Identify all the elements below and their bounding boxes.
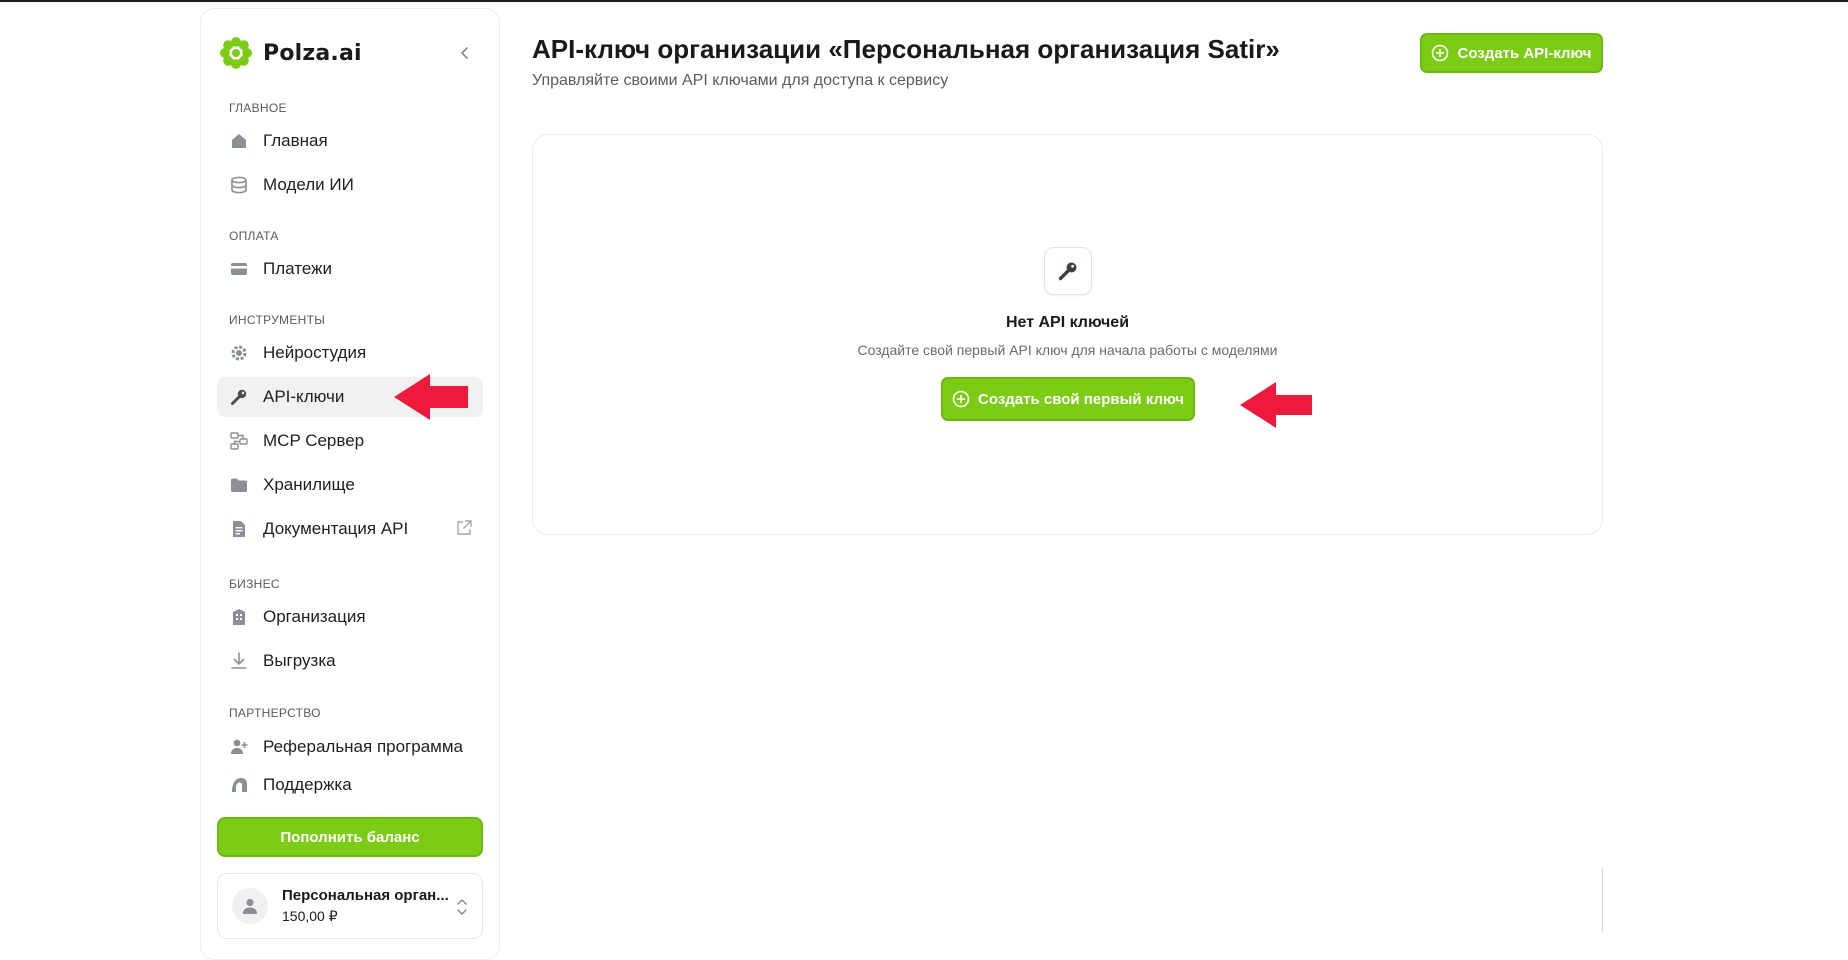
- database-icon: [229, 175, 249, 195]
- chevron-left-icon: [461, 47, 468, 59]
- section-business: БИЗНЕС: [229, 577, 280, 591]
- organization-name: Персональная орган...: [282, 887, 449, 904]
- sidebar-item-export[interactable]: Выгрузка: [217, 641, 483, 681]
- sidebar: Polza.ai ГЛАВНОЕ Главная Модели ИИ ОПЛАТ…: [200, 8, 500, 960]
- create-first-key-button[interactable]: Создать свой первый ключ: [941, 377, 1195, 421]
- sidebar-item-models[interactable]: Модели ИИ: [217, 165, 483, 205]
- sidebar-item-label: Платежи: [263, 259, 332, 278]
- polza-logo-icon: [219, 36, 253, 70]
- sidebar-item-label: Выгрузка: [263, 651, 336, 670]
- section-partnership: ПАРТНЕРСТВО: [229, 706, 321, 720]
- create-api-key-button[interactable]: Создать API-ключ: [1420, 33, 1603, 73]
- empty-state-description: Создайте свой первый API ключ для начала…: [857, 342, 1278, 358]
- top-up-balance-button[interactable]: Пополнить баланс: [217, 817, 483, 857]
- sidebar-item-storage[interactable]: Хранилище: [217, 465, 483, 505]
- page-title: API-ключ организации «Персональная орган…: [532, 34, 1280, 64]
- annotation-arrow-sidebar: [394, 374, 468, 420]
- brand-name: Polza.ai: [263, 40, 362, 66]
- key-icon: [229, 387, 249, 407]
- external-link-icon: [455, 519, 473, 537]
- document-icon: [229, 519, 249, 539]
- sidebar-item-label: Модели ИИ: [263, 175, 354, 194]
- sidebar-item-label: Документация API: [263, 519, 409, 538]
- brand[interactable]: Polza.ai: [219, 33, 483, 73]
- credit-card-icon: [229, 259, 249, 279]
- mcp-server-icon: [229, 431, 249, 451]
- collapse-sidebar-button[interactable]: [453, 41, 477, 65]
- create-first-key-label: Создать свой первый ключ: [978, 390, 1184, 408]
- sidebar-item-docs[interactable]: Документация API: [217, 509, 483, 549]
- sidebar-item-support[interactable]: Поддержка: [217, 765, 483, 805]
- sidebar-item-label: Организация: [263, 607, 366, 626]
- sidebar-item-payments[interactable]: Платежи: [217, 249, 483, 289]
- section-tools: ИНСТРУМЕНТЫ: [229, 313, 326, 327]
- sidebar-item-label: MCP Сервер: [263, 431, 365, 450]
- download-icon: [229, 651, 249, 671]
- gear-icon: [229, 343, 249, 363]
- empty-state-key-icon: [1044, 247, 1092, 295]
- key-icon: [1058, 262, 1077, 281]
- sidebar-item-label: Главная: [263, 131, 328, 150]
- section-payment: ОПЛАТА: [229, 229, 279, 243]
- folder-icon: [229, 475, 249, 495]
- user-icon: [243, 898, 257, 914]
- chevron-up-down-icon: [454, 896, 470, 918]
- sidebar-item-label: Хранилище: [263, 475, 355, 494]
- support-icon: [229, 775, 249, 795]
- building-icon: [229, 607, 249, 627]
- sidebar-item-label: Нейростудия: [263, 343, 367, 362]
- sidebar-item-label: API-ключи: [263, 387, 345, 406]
- plus-circle-icon: [952, 390, 970, 408]
- sidebar-item-org[interactable]: Организация: [217, 597, 483, 637]
- organization-switcher[interactable]: Персональная орган... 150,00 ₽: [217, 873, 483, 939]
- home-icon: [229, 131, 249, 151]
- annotation-arrow-button: [1240, 382, 1312, 428]
- empty-state-title: Нет API ключей: [1005, 314, 1130, 331]
- sidebar-item-mcp[interactable]: MCP Сервер: [217, 421, 483, 461]
- page-subtitle: Управляйте своими API ключами для доступ…: [532, 72, 949, 89]
- sidebar-item-label: Реферальная программа: [263, 737, 463, 756]
- sidebar-item-label: Поддержка: [263, 775, 352, 794]
- empty-state-card: [532, 134, 1603, 535]
- sidebar-item-referral[interactable]: Реферальная программа: [217, 727, 483, 767]
- plus-circle-icon: [1432, 44, 1449, 62]
- section-main: ГЛАВНОЕ: [229, 101, 287, 115]
- sidebar-item-home[interactable]: Главная: [217, 121, 483, 161]
- sidebar-item-studio[interactable]: Нейростудия: [217, 333, 483, 373]
- create-api-key-label: Создать API-ключ: [1457, 44, 1592, 62]
- avatar: [232, 888, 268, 924]
- top-border: [0, 0, 1848, 2]
- organization-balance: 150,00 ₽: [282, 908, 338, 924]
- scrollbar[interactable]: [1602, 868, 1603, 932]
- add-user-icon: [229, 737, 249, 757]
